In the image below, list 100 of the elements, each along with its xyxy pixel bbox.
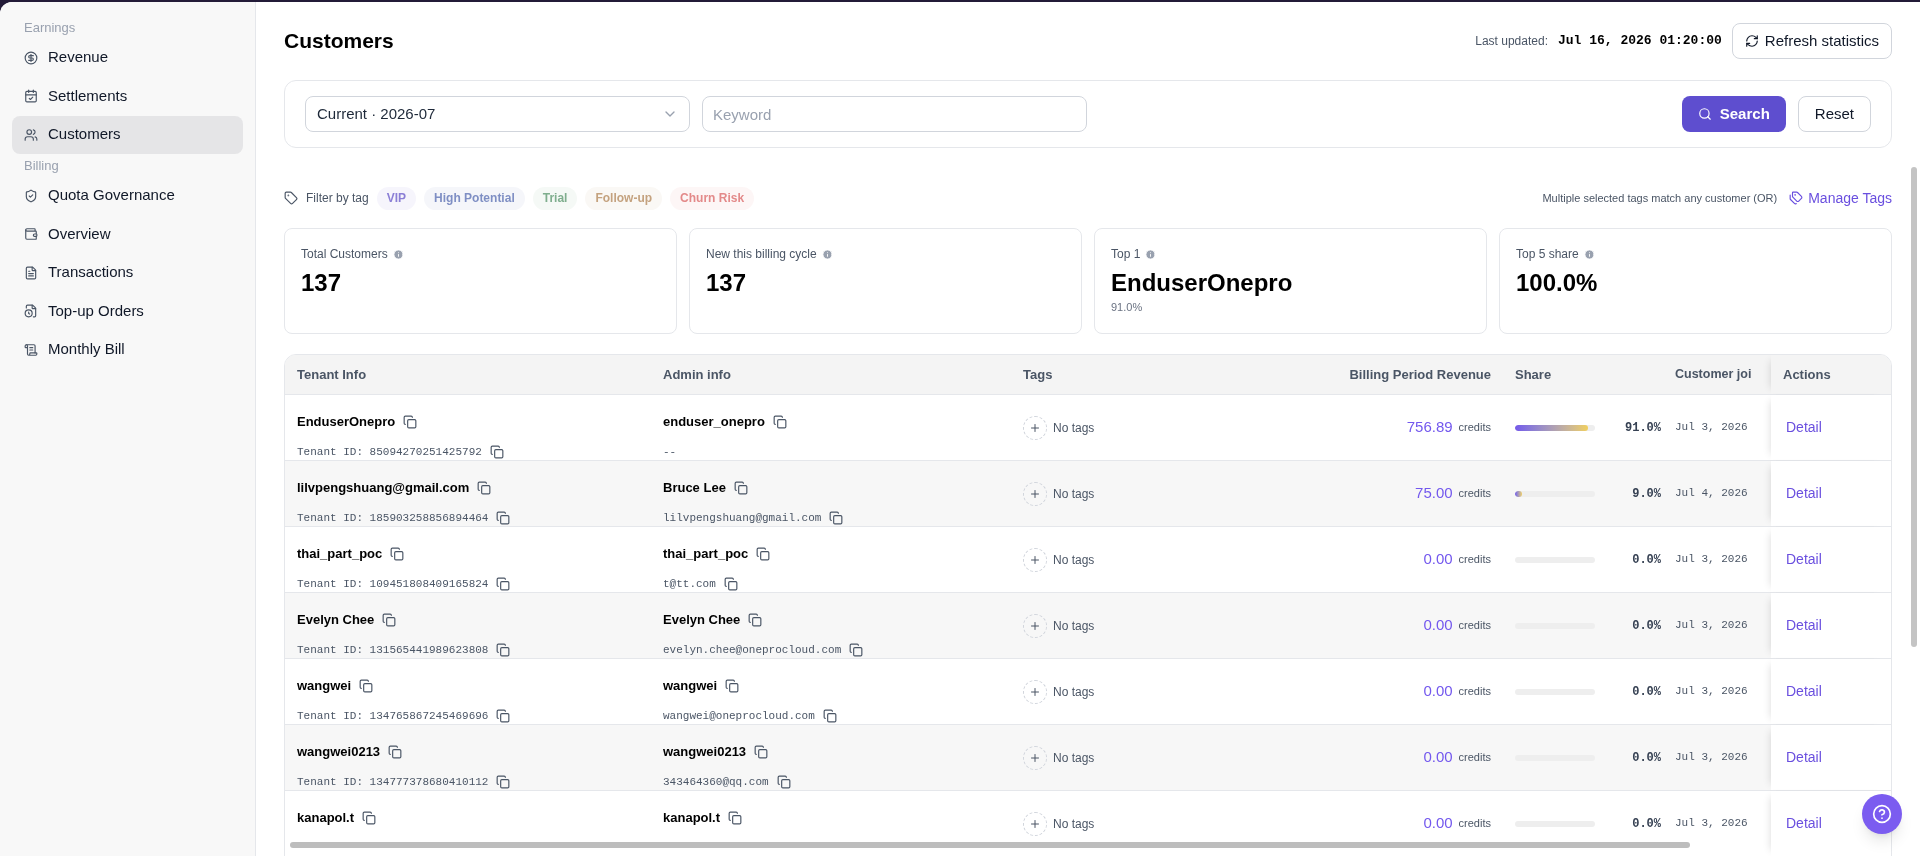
refresh-icon bbox=[1744, 34, 1759, 48]
detail-link[interactable]: Detail bbox=[1786, 549, 1822, 570]
sidebar-item[interactable]: Transactions bbox=[12, 253, 243, 292]
tag-chip[interactable]: High Potential bbox=[424, 186, 525, 210]
join-date: Jul 3, 2026 bbox=[1675, 420, 1748, 436]
reset-button[interactable]: Reset bbox=[1797, 96, 1871, 132]
detail-link[interactable]: Detail bbox=[1786, 747, 1822, 768]
revenue-amount: 0.00 bbox=[1423, 813, 1453, 834]
info-icon[interactable] bbox=[821, 248, 833, 260]
info-icon[interactable] bbox=[1583, 248, 1595, 260]
sidebar-section-label: Billing bbox=[23, 157, 60, 176]
revenue-amount: 0.00 bbox=[1423, 681, 1453, 702]
copy-icon[interactable] bbox=[772, 414, 787, 429]
revenue-unit: credits bbox=[1458, 816, 1491, 832]
tenant-id: Tenant ID: 131565441989623808 bbox=[297, 642, 489, 658]
copy-icon[interactable] bbox=[388, 744, 403, 759]
plus-icon bbox=[1029, 685, 1041, 698]
copy-icon[interactable] bbox=[496, 642, 511, 657]
copy-icon[interactable] bbox=[728, 810, 743, 825]
admin-contact: -- bbox=[663, 444, 677, 460]
copy-icon[interactable] bbox=[477, 480, 492, 495]
copy-icon[interactable] bbox=[849, 642, 864, 657]
column-header: Billing Period Revenue bbox=[1349, 365, 1491, 384]
copy-icon[interactable] bbox=[723, 576, 738, 591]
search-icon bbox=[1697, 107, 1712, 121]
copy-icon[interactable] bbox=[822, 708, 837, 723]
admin-contact: evelyn.chee@oneprocloud.com bbox=[663, 642, 842, 658]
copy-icon[interactable] bbox=[390, 546, 405, 561]
tag-chip[interactable]: VIP bbox=[376, 186, 417, 210]
sidebar-item[interactable]: Settlements bbox=[12, 77, 243, 115]
info-icon[interactable] bbox=[1145, 248, 1157, 260]
copy-icon[interactable] bbox=[756, 546, 771, 561]
share-percent: 91.0% bbox=[1625, 419, 1661, 437]
sidebar-item[interactable]: Customers bbox=[12, 115, 243, 154]
admin-name: kanapol.t bbox=[663, 809, 721, 827]
detail-link[interactable]: Detail bbox=[1786, 681, 1822, 702]
detail-link[interactable]: Detail bbox=[1786, 813, 1822, 834]
copy-icon[interactable] bbox=[496, 774, 511, 789]
copy-icon[interactable] bbox=[733, 480, 748, 495]
users-icon bbox=[24, 127, 38, 142]
revenue-unit: credits bbox=[1458, 486, 1491, 502]
column-header: Share bbox=[1515, 365, 1552, 384]
refresh-button[interactable]: Refresh statistics bbox=[1731, 23, 1892, 59]
detail-link[interactable]: Detail bbox=[1786, 615, 1822, 636]
join-date: Jul 3, 2026 bbox=[1675, 816, 1748, 832]
detail-link[interactable]: Detail bbox=[1786, 417, 1822, 438]
plus-icon bbox=[1029, 421, 1041, 434]
revenue-amount: 0.00 bbox=[1423, 615, 1453, 636]
no-tags-text: No tags bbox=[1053, 551, 1095, 569]
copy-icon[interactable] bbox=[829, 510, 844, 525]
detail-link[interactable]: Detail bbox=[1786, 483, 1822, 504]
wallet-icon bbox=[24, 227, 38, 241]
admin-name: wangwei bbox=[663, 677, 718, 695]
revenue-unit: credits bbox=[1458, 552, 1491, 568]
tenant-name: lilvpengshuang@gmail.com bbox=[297, 479, 470, 497]
plus-icon bbox=[1029, 751, 1041, 764]
join-date: Jul 3, 2026 bbox=[1675, 618, 1748, 634]
admin-name: Evelyn Chee bbox=[663, 611, 741, 629]
revenue-unit: credits bbox=[1458, 420, 1491, 436]
document-icon bbox=[24, 265, 38, 280]
share-percent: 9.0% bbox=[1632, 485, 1661, 503]
no-tags-text: No tags bbox=[1053, 617, 1095, 635]
stat-value: 137 bbox=[706, 268, 748, 298]
join-date: Jul 4, 2026 bbox=[1675, 486, 1748, 502]
admin-contact: wangwei@oneprocloud.com bbox=[663, 708, 815, 724]
copy-icon[interactable] bbox=[382, 612, 397, 627]
copy-icon[interactable] bbox=[748, 612, 763, 627]
copy-icon[interactable] bbox=[754, 744, 769, 759]
copy-icon[interactable] bbox=[496, 576, 511, 591]
manage-tags-link[interactable]: Manage Tags bbox=[1789, 187, 1892, 209]
sidebar-item[interactable]: Revenue bbox=[12, 38, 243, 77]
copy-icon[interactable] bbox=[496, 510, 511, 525]
copy-icon[interactable] bbox=[362, 810, 377, 825]
copy-icon[interactable] bbox=[359, 678, 374, 693]
copy-icon[interactable] bbox=[403, 414, 418, 429]
copy-icon[interactable] bbox=[725, 678, 740, 693]
column-header: Tags bbox=[1023, 365, 1053, 384]
copy-icon[interactable] bbox=[489, 444, 504, 459]
revenue-amount: 0.00 bbox=[1423, 747, 1453, 768]
help-button[interactable] bbox=[1862, 794, 1902, 834]
sidebar-item[interactable]: Top-up Orders bbox=[12, 292, 243, 330]
plus-icon bbox=[1029, 487, 1041, 500]
filter-label: Filter by tag bbox=[306, 190, 369, 207]
sidebar-item[interactable]: Quota Governance bbox=[12, 176, 243, 215]
info-icon[interactable] bbox=[392, 248, 404, 260]
keyword-field[interactable]: Keyword bbox=[702, 96, 1087, 132]
tenant-id: Tenant ID: 134765867245469696 bbox=[297, 708, 489, 724]
sidebar-item[interactable]: Overview bbox=[12, 215, 243, 253]
copy-icon[interactable] bbox=[776, 774, 791, 789]
copy-icon[interactable] bbox=[496, 708, 511, 723]
stat-label: New this billing cycle bbox=[706, 246, 817, 263]
tenant-name: wangwei0213 bbox=[297, 743, 381, 761]
sidebar-section-label: Earnings bbox=[23, 19, 77, 38]
admin-name: wangwei0213 bbox=[663, 743, 747, 761]
join-date: Jul 3, 2026 bbox=[1675, 552, 1748, 568]
calendar-icon bbox=[24, 89, 38, 103]
sidebar-item[interactable]: Monthly Bill bbox=[12, 330, 243, 369]
tenant-name: kanapol.t bbox=[297, 809, 355, 827]
search-button[interactable]: Search bbox=[1681, 96, 1786, 132]
period-select[interactable]: Current · 2026-07 bbox=[305, 96, 690, 132]
